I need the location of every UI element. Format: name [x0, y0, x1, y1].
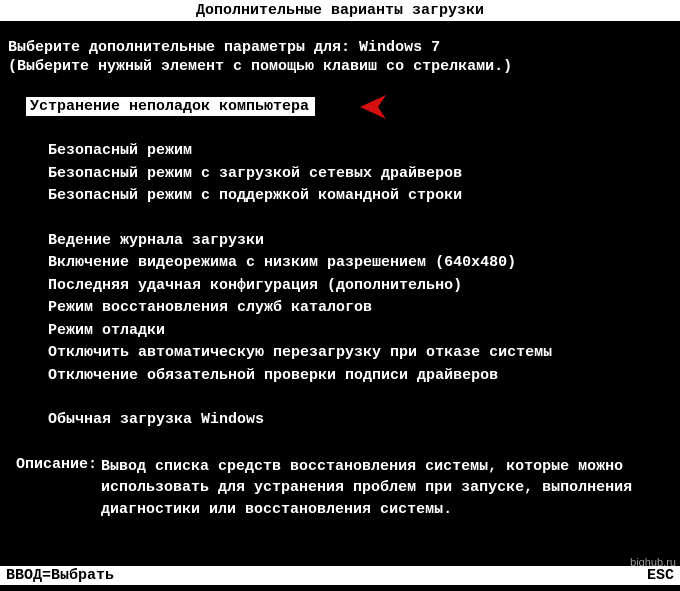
footer-enter-hint: ВВОД=Выбрать: [6, 567, 114, 584]
options-list: Безопасный режим Безопасный режим с загр…: [8, 140, 672, 432]
description-text: Вывод списка средств восстановления сист…: [101, 456, 672, 521]
footer-bar: ВВОД=Выбрать ESC: [0, 566, 680, 585]
boot-option[interactable]: Безопасный режим с поддержкой командной …: [48, 185, 672, 208]
boot-option[interactable]: Безопасный режим с загрузкой сетевых дра…: [48, 163, 672, 186]
boot-option[interactable]: Включение видеорежима с низким разрешени…: [48, 252, 672, 275]
footer-esc-hint: ESC: [647, 567, 674, 584]
group-spacer: [48, 208, 672, 230]
boot-option[interactable]: Безопасный режим: [48, 140, 672, 163]
boot-option[interactable]: Обычная загрузка Windows: [48, 409, 672, 432]
boot-option[interactable]: Последняя удачная конфигурация (дополнит…: [48, 275, 672, 298]
boot-option[interactable]: Отключение обязательной проверки подписи…: [48, 365, 672, 388]
pointer-arrow-icon: [358, 93, 396, 126]
prompt-line: Выберите дополнительные параметры для: W…: [8, 39, 672, 56]
description-block: Описание: Вывод списка средств восстанов…: [8, 456, 672, 521]
boot-option[interactable]: Режим отладки: [48, 320, 672, 343]
screen-title: Дополнительные варианты загрузки: [196, 2, 484, 19]
hint-line: (Выберите нужный элемент с помощью клави…: [8, 58, 672, 75]
selected-option-row[interactable]: Устранение неполадок компьютера: [8, 97, 672, 116]
selected-option: Устранение неполадок компьютера: [26, 97, 315, 116]
boot-option[interactable]: Режим восстановления служб каталогов: [48, 297, 672, 320]
group-spacer: [48, 387, 672, 409]
title-bar: Дополнительные варианты загрузки: [0, 0, 680, 21]
boot-option[interactable]: Ведение журнала загрузки: [48, 230, 672, 253]
content-area: Выберите дополнительные параметры для: W…: [0, 21, 680, 521]
boot-option[interactable]: Отключить автоматическую перезагрузку пр…: [48, 342, 672, 365]
description-label: Описание:: [16, 456, 101, 521]
